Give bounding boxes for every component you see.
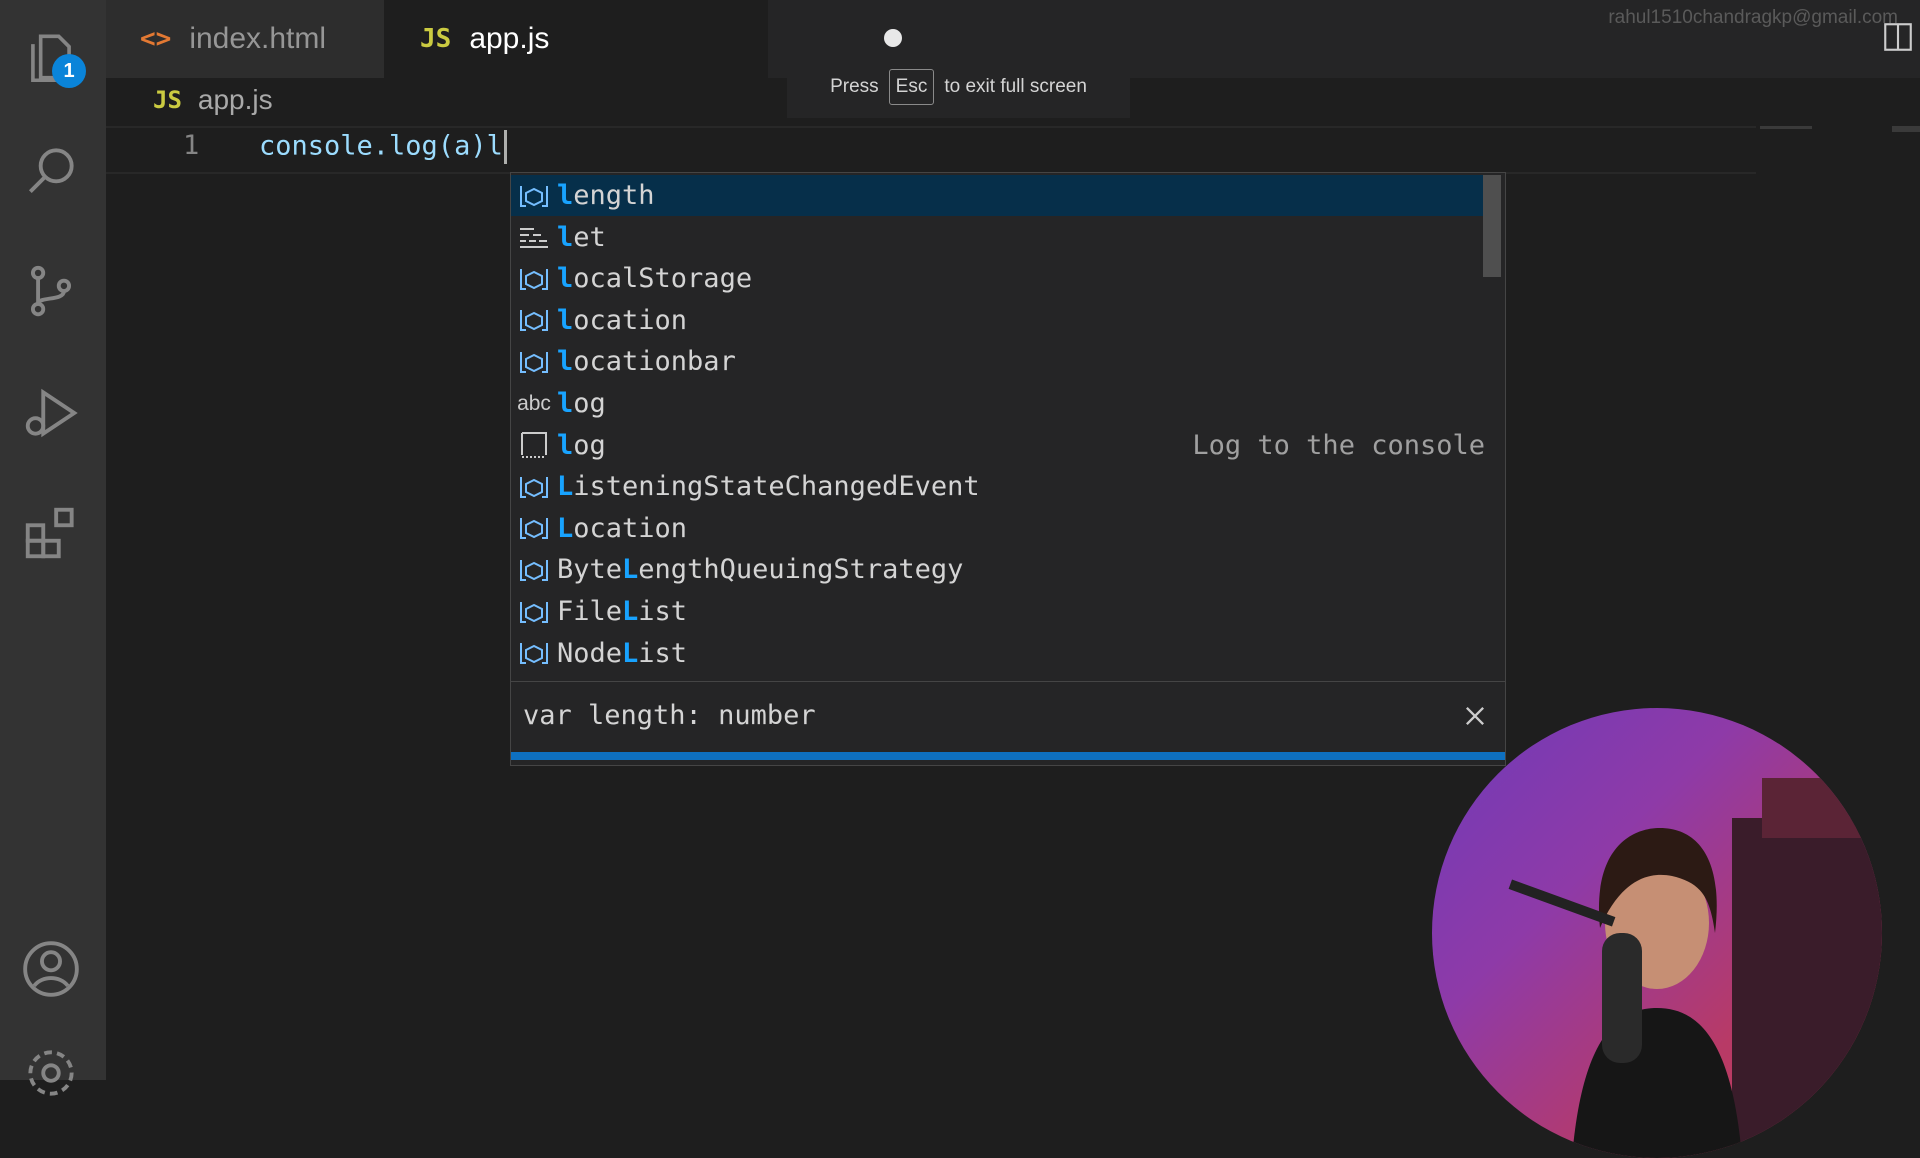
extensions-icon[interactable] — [18, 500, 84, 566]
suggestion-label: ByteLengthQueuingStrategy — [557, 554, 964, 586]
suggestion-scrollbar[interactable] — [1483, 175, 1501, 277]
breadcrumb[interactable]: JS app.js — [153, 84, 273, 116]
details-text: var length: number — [523, 700, 816, 731]
breadcrumb-file[interactable]: app.js — [198, 84, 273, 116]
variable-icon — [511, 265, 557, 293]
text-icon: abc — [517, 391, 551, 415]
webcam-video — [1432, 708, 1882, 1158]
settings-gear-icon[interactable] — [18, 1040, 84, 1106]
close-icon[interactable] — [1461, 702, 1489, 730]
variable-icon — [511, 598, 557, 626]
suggestion-item[interactable]: locationbar — [511, 341, 1485, 382]
variable-icon — [511, 556, 557, 584]
suggestion-label: Location — [557, 512, 688, 544]
variable-icon — [511, 473, 557, 501]
run-debug-icon[interactable] — [18, 380, 84, 446]
suggestion-label: length — [557, 180, 655, 211]
source-control-icon[interactable] — [18, 258, 84, 324]
variable-icon — [511, 182, 557, 210]
account-email: rahul1510chandragkp@gmail.com — [1608, 7, 1898, 28]
suggestion-label: log — [557, 388, 606, 419]
suggestion-widget: length let localStorage location locationbar… — [510, 172, 1506, 766]
js-file-icon: JS — [153, 86, 182, 114]
keyword-icon — [511, 223, 557, 251]
toast-text-before: Press — [830, 76, 879, 97]
tab-label: app.js — [469, 22, 550, 55]
suggestion-item[interactable]: localStorage — [511, 258, 1485, 299]
editor-scrollbar[interactable] — [1892, 126, 1920, 132]
suggestion-item[interactable]: ListeningStateChangedEvent — [511, 466, 1485, 507]
snippet-icon — [511, 431, 557, 459]
code-line[interactable]: console.log(a)l — [259, 130, 507, 164]
suggestion-item[interactable]: ByteLengthQueuingStrategy — [511, 549, 1485, 590]
suggestion-item[interactable]: length — [511, 175, 1485, 216]
text-cursor — [503, 130, 507, 164]
toast-text-after: to exit full screen — [944, 76, 1087, 97]
toast-key: Esc — [888, 69, 935, 105]
account-icon[interactable] — [18, 936, 84, 1002]
html-file-icon: <> — [140, 24, 172, 54]
variable-icon — [511, 514, 557, 542]
suggestion-item[interactable]: let — [511, 217, 1485, 258]
suggestion-label: FileList — [557, 596, 688, 627]
suggestion-label: locationbar — [557, 346, 736, 378]
minimap[interactable] — [1760, 126, 1812, 129]
suggestion-item[interactable]: FileList — [511, 591, 1485, 632]
suggestion-item[interactable]: log Log to the console — [511, 425, 1485, 466]
suggestion-item[interactable]: abc log — [511, 383, 1485, 424]
variable-icon — [511, 639, 557, 667]
split-editor-icon[interactable] — [1881, 20, 1915, 54]
line-number: 1 — [183, 130, 200, 161]
suggestion-label: location — [557, 304, 688, 336]
tab-app-js[interactable]: JS app.js — [384, 0, 902, 78]
variable-icon — [511, 306, 557, 334]
tab-index-html[interactable]: <> index.html — [106, 0, 384, 78]
activity-bar: 1 — [0, 0, 106, 1096]
suggestion-item[interactable]: NodeList — [511, 633, 1485, 674]
suggestion-label: log — [557, 429, 606, 461]
suggestion-item[interactable]: location — [511, 300, 1485, 341]
suggestion-label: ListeningStateChangedEvent — [557, 471, 980, 503]
fullscreen-toast: Press Esc to exit full screen — [787, 56, 1130, 118]
suggestion-label: localStorage — [557, 263, 753, 295]
suggestion-label: NodeList — [557, 637, 688, 669]
search-icon[interactable] — [18, 138, 84, 204]
progress-bar — [511, 752, 1505, 760]
js-file-icon: JS — [420, 24, 452, 54]
suggestion-details: var length: number — [511, 681, 1505, 760]
suggestion-label: let — [557, 221, 606, 253]
explorer-badge: 1 — [52, 54, 86, 88]
code-text[interactable]: console.log(a)l — [259, 131, 503, 162]
variable-icon — [511, 348, 557, 376]
suggestion-detail: Log to the console — [1192, 429, 1485, 461]
tab-label: index.html — [189, 22, 327, 55]
suggestion-item[interactable]: Location — [511, 508, 1485, 549]
unsaved-dot-icon[interactable] — [884, 29, 902, 47]
